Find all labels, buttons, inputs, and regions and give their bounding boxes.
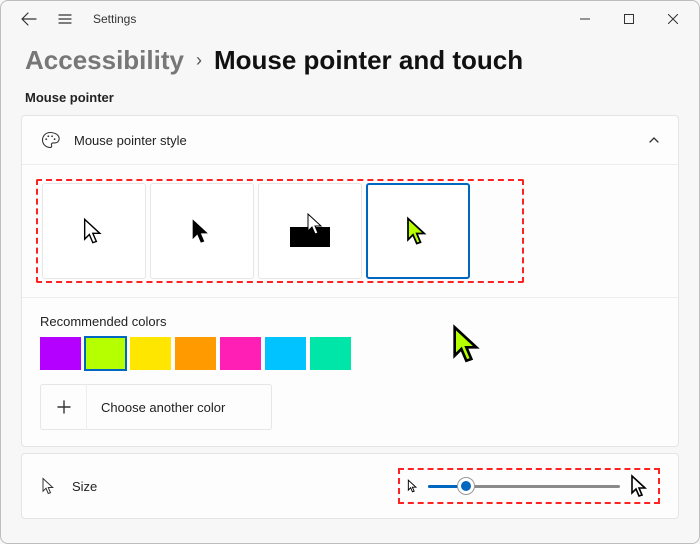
recommended-colors-block: Recommended colors Choose another color: [22, 298, 678, 446]
color-swatch-5[interactable]: [265, 337, 306, 370]
close-button[interactable]: [651, 3, 695, 35]
breadcrumb-separator-icon: ›: [196, 50, 202, 71]
plus-icon: [41, 384, 87, 430]
cursor-black-icon: [188, 217, 216, 245]
nav-menu-button[interactable]: [49, 3, 81, 35]
color-swatch-0[interactable]: [40, 337, 81, 370]
settings-window: Settings Accessibility › Mouse pointer a…: [0, 0, 700, 544]
color-swatch-1[interactable]: [85, 337, 126, 370]
color-swatch-3[interactable]: [175, 337, 216, 370]
maximize-icon: [624, 14, 634, 24]
annotation-box-slider: [398, 468, 660, 504]
cursor-large-icon: [628, 474, 652, 498]
minimize-button[interactable]: [563, 3, 607, 35]
recommended-colors-title: Recommended colors: [40, 314, 660, 329]
cursor-inverted-icon: [282, 211, 338, 251]
color-swatch-4[interactable]: [220, 337, 261, 370]
color-swatch-2[interactable]: [130, 337, 171, 370]
cursor-custom-icon: [403, 216, 433, 246]
minimize-icon: [580, 14, 590, 24]
pointer-style-card: Mouse pointer style: [21, 115, 679, 447]
pointer-style-options-row: [22, 165, 678, 297]
choose-another-color-button[interactable]: Choose another color: [40, 384, 272, 430]
cursor-outline-icon: [40, 477, 58, 495]
pointer-style-option-inverted[interactable]: [258, 183, 362, 279]
slider-thumb[interactable]: [458, 478, 474, 494]
arrow-left-icon: [21, 11, 37, 27]
cursor-white-icon: [80, 217, 108, 245]
choose-another-color-label: Choose another color: [101, 400, 225, 415]
cursor-small-icon: [406, 479, 420, 493]
size-card: Size: [21, 453, 679, 519]
section-heading: Mouse pointer: [1, 90, 699, 115]
breadcrumb: Accessibility › Mouse pointer and touch: [1, 37, 699, 90]
pointer-style-option-white[interactable]: [42, 183, 146, 279]
app-title: Settings: [93, 12, 136, 26]
pointer-style-label: Mouse pointer style: [74, 133, 187, 148]
pointer-style-option-custom[interactable]: [366, 183, 470, 279]
color-swatches: [40, 337, 660, 370]
close-icon: [668, 14, 678, 24]
cursor-preview-icon: [448, 324, 488, 364]
hamburger-icon: [57, 11, 73, 27]
pointer-style-header[interactable]: Mouse pointer style: [22, 116, 678, 164]
size-row: Size: [22, 454, 678, 518]
back-button[interactable]: [13, 3, 45, 35]
titlebar-left: Settings: [5, 3, 136, 35]
size-label: Size: [72, 479, 97, 494]
pointer-style-option-black[interactable]: [150, 183, 254, 279]
breadcrumb-parent[interactable]: Accessibility: [25, 45, 184, 76]
maximize-button[interactable]: [607, 3, 651, 35]
titlebar: Settings: [1, 1, 699, 37]
annotation-box-styles: [36, 179, 524, 283]
breadcrumb-current: Mouse pointer and touch: [214, 45, 523, 76]
color-swatch-6[interactable]: [310, 337, 351, 370]
chevron-up-icon: [648, 134, 660, 146]
size-slider[interactable]: [428, 476, 620, 496]
palette-icon: [40, 130, 60, 150]
